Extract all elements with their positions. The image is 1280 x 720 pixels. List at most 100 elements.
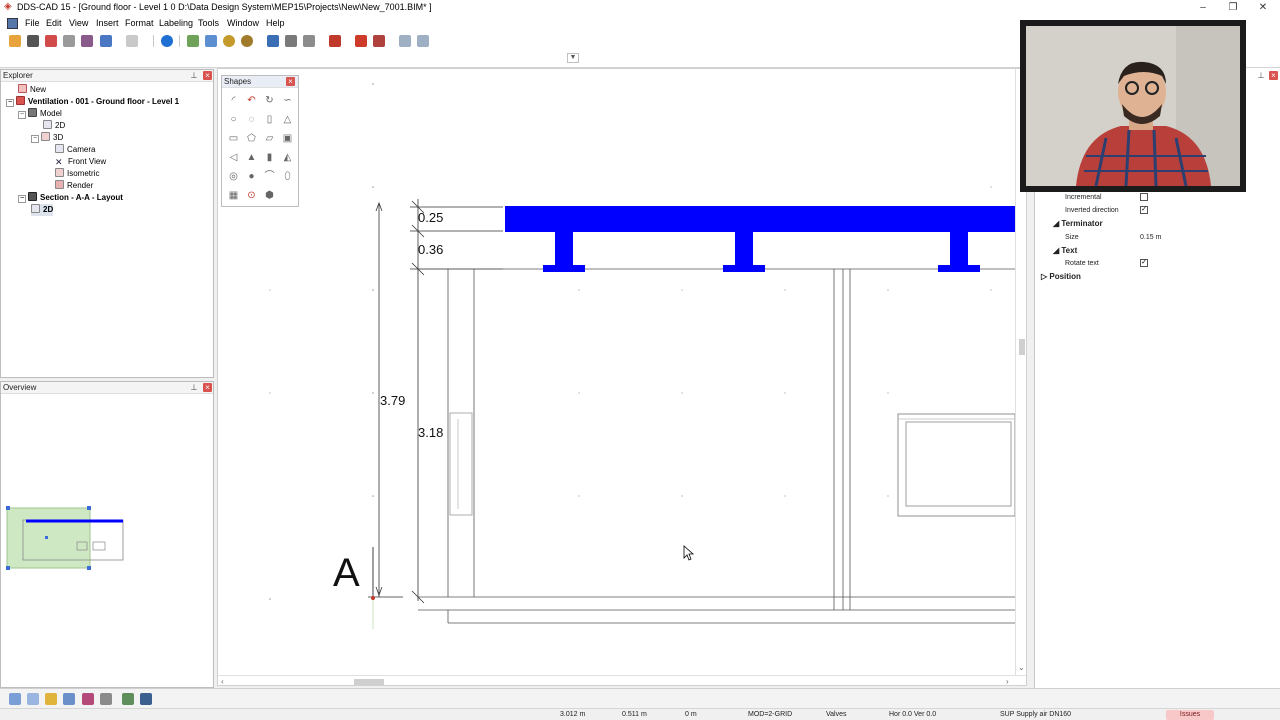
curve-icon[interactable]: ∽ — [282, 95, 293, 106]
overview-viewport[interactable] — [6, 507, 91, 569]
circle-icon[interactable]: ○ — [228, 114, 239, 125]
close-icon[interactable]: × — [1269, 71, 1278, 80]
menu-edit[interactable]: Edit — [46, 16, 62, 31]
tree-item-ventilation[interactable]: − Ventilation - 001 - Ground floor - Leve… — [6, 96, 179, 108]
menu-help[interactable]: Help — [266, 16, 285, 31]
hatch-icon[interactable]: ▦ — [228, 190, 239, 201]
resize-handle[interactable] — [6, 506, 10, 510]
menu-labeling[interactable]: Labeling — [159, 16, 193, 31]
undo-icon[interactable] — [100, 35, 112, 47]
tree-item-new[interactable]: New — [18, 84, 46, 96]
render-icon[interactable] — [241, 35, 253, 47]
scroll-right-icon[interactable]: › — [1006, 676, 1009, 685]
zoom-window-icon[interactable] — [187, 35, 199, 47]
point-icon[interactable]: ⊙ — [246, 190, 257, 201]
menu-tools[interactable]: Tools — [198, 16, 219, 31]
vertical-scroll-thumb[interactable] — [1019, 339, 1025, 355]
collapse-icon[interactable]: − — [18, 111, 26, 119]
tree-item-front-view[interactable]: ✕ Front View — [55, 156, 106, 168]
scroll-left-icon[interactable]: ‹ — [221, 676, 224, 685]
incremental-checkbox[interactable] — [1140, 193, 1148, 201]
save-icon[interactable] — [27, 35, 39, 47]
position-group[interactable]: ▷ Position — [1041, 272, 1081, 282]
grid-icon[interactable] — [399, 35, 411, 47]
tree-item-section[interactable]: − Section - A-A - Layout — [18, 192, 123, 204]
horizontal-scroll-thumb[interactable] — [354, 679, 384, 685]
collapse-icon[interactable]: − — [31, 135, 39, 143]
tree-item-2d[interactable]: 2D — [43, 120, 65, 132]
resize-handle[interactable] — [87, 506, 91, 510]
solid-icon[interactable]: ⬢ — [264, 190, 275, 201]
close-icon[interactable]: × — [203, 71, 212, 80]
menu-format[interactable]: Format — [125, 16, 154, 31]
text-group[interactable]: ◢ Text — [1053, 246, 1077, 256]
new-icon[interactable] — [9, 35, 21, 47]
section-mark-label[interactable]: A — [333, 553, 360, 593]
horizontal-scrollbar[interactable]: ‹ › — [218, 675, 1026, 685]
dimension-label-ceiling-height[interactable]: 3.18 — [418, 426, 443, 440]
box-icon[interactable]: ▣ — [282, 133, 293, 144]
menu-window[interactable]: Window — [227, 16, 259, 31]
collapse-icon[interactable]: − — [6, 99, 14, 107]
menu-insert[interactable]: Insert — [96, 16, 119, 31]
print-preview-icon[interactable] — [63, 35, 75, 47]
spline-icon[interactable]: ⌒ — [264, 171, 275, 182]
menu-view[interactable]: View — [69, 16, 88, 31]
ortho-toggle-icon[interactable] — [45, 693, 57, 705]
rotate-text-checkbox[interactable]: ✓ — [1140, 259, 1148, 267]
terminator-group[interactable]: ◢ Terminator — [1053, 219, 1103, 229]
close-view-icon[interactable] — [140, 693, 152, 705]
tree-item-render[interactable]: Render — [55, 180, 93, 192]
size-value[interactable]: 0.15 m — [1140, 233, 1161, 242]
section-icon[interactable] — [267, 35, 279, 47]
resize-handle[interactable] — [6, 566, 10, 570]
redo-icon[interactable] — [126, 35, 138, 47]
print-icon[interactable] — [81, 35, 93, 47]
osnap-toggle-icon[interactable] — [63, 693, 75, 705]
menu-file[interactable]: File — [25, 16, 40, 31]
delete-icon[interactable] — [373, 35, 385, 47]
tetrahedron-icon[interactable]: ◭ — [282, 152, 293, 163]
drawing-canvas[interactable]: 0.25 0.36 3.79 3.18 A ‹ › ⌄ — [217, 68, 1027, 686]
torus-icon[interactable]: ◎ — [228, 171, 239, 182]
layers-icon[interactable] — [303, 35, 315, 47]
collapse-icon[interactable]: − — [18, 195, 26, 203]
close-icon[interactable]: × — [203, 383, 212, 392]
dimension-label-top[interactable]: 0.25 — [418, 211, 443, 225]
cylinder-icon[interactable]: ▯ — [264, 114, 275, 125]
restore-button[interactable]: ❐ — [1218, 0, 1248, 16]
layer-toggle-icon[interactable] — [122, 693, 134, 705]
arc-tangent-icon[interactable]: ↶ — [246, 95, 257, 106]
dimension-label-total-height[interactable]: 3.79 — [380, 394, 405, 408]
status-system[interactable]: SUP Supply air DN160 — [1000, 710, 1071, 720]
wedge-icon[interactable]: ◁ — [228, 152, 239, 163]
document-icon[interactable] — [7, 18, 18, 29]
pin-icon[interactable]: ⊥ — [190, 71, 198, 80]
tree-item-camera[interactable]: Camera — [55, 144, 95, 156]
zoom-all-icon[interactable] — [205, 35, 217, 47]
status-layer[interactable]: Valves — [826, 710, 847, 720]
scroll-down-icon[interactable]: ⌄ — [1018, 663, 1025, 673]
issues-button[interactable]: Issues — [1166, 710, 1214, 720]
extrude-icon[interactable]: ⬯ — [282, 171, 293, 182]
snap-icon[interactable] — [417, 35, 429, 47]
tree-item-model[interactable]: − Model — [18, 108, 62, 120]
section-point[interactable] — [371, 596, 375, 600]
partial-circle-icon[interactable]: ◌ — [246, 114, 257, 125]
polygon-icon[interactable]: ⬠ — [246, 133, 257, 144]
close-icon[interactable]: × — [286, 77, 295, 86]
tracking-toggle-icon[interactable] — [100, 693, 112, 705]
measure-icon[interactable] — [285, 35, 297, 47]
overview-thumbnail[interactable] — [1, 396, 213, 686]
view-3d-icon[interactable] — [223, 35, 235, 47]
inverted-direction-checkbox[interactable]: ✓ — [1140, 206, 1148, 214]
snap-toggle-icon[interactable] — [9, 693, 21, 705]
chevron-down-icon[interactable]: ▼ — [567, 53, 579, 63]
export-icon[interactable] — [45, 35, 57, 47]
tree-item-isometric[interactable]: Isometric — [55, 168, 99, 180]
close-button[interactable]: ✕ — [1248, 0, 1278, 16]
status-mode[interactable]: MOD=2-GRID — [748, 710, 792, 720]
rectangle-icon[interactable]: ▭ — [228, 133, 239, 144]
grid-toggle-icon[interactable] — [27, 693, 39, 705]
arc-3point-icon[interactable]: ↻ — [264, 95, 275, 106]
